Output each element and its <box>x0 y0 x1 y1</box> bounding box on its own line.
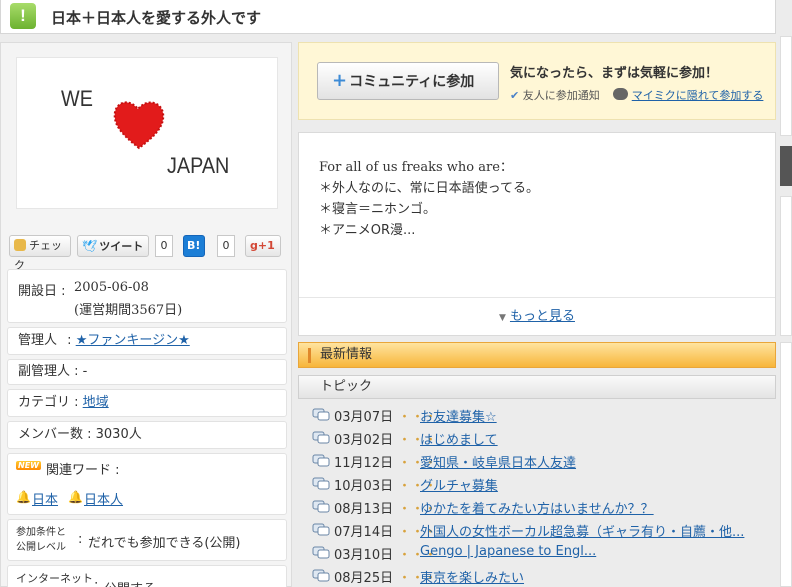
topic-row: 03月07日 ・・・ お友達募集☆ <box>312 406 776 426</box>
subadmin-label: 副管理人 : - <box>18 364 88 379</box>
category-label: カテゴリ : <box>18 395 83 410</box>
category-link[interactable]: 地域 <box>83 395 109 410</box>
join-panel: + コミュニティに参加 気になったら、まずは気軽に参加！ ✔ 友人に参加通知 マイ… <box>298 42 776 120</box>
tweet-label: ツイート <box>99 240 144 253</box>
join-condition-value: だれでも参加できる(公開) <box>88 536 241 551</box>
topic-title-link[interactable]: 東京を楽しみたい <box>420 567 524 586</box>
topic-date: 10月03日 <box>334 479 394 494</box>
community-logo: WE JAPAN <box>16 57 278 209</box>
latest-news-header: 最新情報 <box>298 342 776 368</box>
opened-value: 2005-06-08 <box>74 280 149 295</box>
google-plus-button[interactable]: g+1 <box>245 235 281 257</box>
bell-icon: 🔔 <box>16 490 31 504</box>
left-sidebar: WE JAPAN チェック 🕊 ツイート 0 B! 0 g+1 開設日 : 200… <box>0 42 292 587</box>
topic-title-link[interactable]: お友達募集☆ <box>420 406 497 425</box>
admin-label: 管理人 <box>18 333 58 348</box>
topic-date: 11月12日 <box>334 456 394 471</box>
internet-value: 公開する <box>104 578 156 587</box>
join-hidden-link[interactable]: マイミクに隠れて参加する <box>632 89 764 102</box>
speech-bubble-icon <box>312 477 330 490</box>
topic-row: 03月02日 ・・・ はじめまして <box>312 429 776 449</box>
social-buttons: チェック 🕊 ツイート 0 B! 0 g+1 <box>9 235 289 272</box>
description-text: For all of us freaks who are： ＊外人なのに、常に日… <box>319 157 539 241</box>
topic-date: 03月07日 <box>334 410 394 425</box>
logo-text-japan: JAPAN <box>167 153 230 178</box>
new-badge: NEW <box>16 461 41 470</box>
keywords-label: 関連ワード : <box>46 463 120 478</box>
description-line: For all of us freaks who are： <box>319 160 513 175</box>
join-community-button[interactable]: + コミュニティに参加 <box>317 62 499 100</box>
category-row: カテゴリ : 地域 <box>7 389 287 417</box>
speech-bubble-icon <box>312 431 330 444</box>
speech-bubble-icon <box>312 546 330 559</box>
topic-row: 08月13日 ・・・ ゆかたを着てみたい方はいませんか？？ <box>312 498 776 518</box>
topic-date: 07月14日 <box>334 525 394 540</box>
hatena-count: 0 <box>217 235 235 257</box>
keywords-row: NEW 関連ワード : 🔔 日本 🔔 日本人 <box>7 453 287 515</box>
topic-row: 03月10日 ・・・ Gengo | Japanese to Engl... <box>312 544 776 564</box>
subadmin-row: 副管理人 : - <box>7 359 287 385</box>
check-icon <box>14 239 26 251</box>
description-box: For all of us freaks who are： ＊外人なのに、常に日… <box>298 132 776 336</box>
opened-label: 開設日 : <box>18 284 66 299</box>
keyword-link-1[interactable]: 日本 <box>32 489 58 508</box>
heart-icon <box>113 101 165 150</box>
topic-date: 08月25日 <box>334 571 394 586</box>
bell-icon: 🔔 <box>68 490 83 504</box>
description-line: ＊寝言＝ニホンゴ。 <box>319 202 437 217</box>
hatena-bookmark-button[interactable]: B! <box>183 235 205 257</box>
topic-date: 03月10日 <box>334 548 394 563</box>
community-title-bar: ! 日本＋日本人を愛する外人です <box>0 0 776 34</box>
show-more-link[interactable]: もっと見る <box>510 309 575 324</box>
topic-row: 11月12日 ・・・ 愛知県・岐阜県日本人友達 <box>312 452 776 472</box>
check-button[interactable]: チェック <box>9 235 71 272</box>
description-line: ＊アニメOR漫... <box>319 223 416 238</box>
join-message: 気になったら、まずは気軽に参加！ <box>510 66 719 81</box>
speech-bubble-icon <box>312 454 330 467</box>
join-condition-label: 参加条件と 公開レベル <box>16 527 66 553</box>
admin-link[interactable]: ★ファンキージン★ <box>76 333 190 348</box>
description-line: ＊外人なのに、常に日本語使ってる。 <box>319 181 539 196</box>
show-more-bar: ▼ もっと見る <box>299 297 775 335</box>
opened-period: (運営期間3567日) <box>74 303 183 318</box>
topic-row: 07月14日 ・・・ 外国人の女性ボーカル超急募（ギャラ有り・自薦・他... <box>312 521 776 541</box>
logo-text-we: WE <box>61 86 93 111</box>
topic-date: 08月13日 <box>334 502 394 517</box>
speech-bubble-icon <box>312 408 330 421</box>
notify-friends-option[interactable]: 友人に参加通知 <box>523 89 600 102</box>
internet-row: インターネット : 公開する <box>7 565 287 587</box>
topic-title-link[interactable]: グルチャ募集 <box>420 475 498 494</box>
speech-bubble-icon <box>312 569 330 582</box>
admin-row: 管理人 : ★ファンキージン★ <box>7 327 287 355</box>
members-row: メンバー数 : 3030人 <box>7 421 287 449</box>
plus-icon: + <box>332 70 348 91</box>
community-title: 日本＋日本人を愛する外人です <box>51 9 262 27</box>
caret-down-icon: ▼ <box>499 313 506 323</box>
join-button-label: コミュニティに参加 <box>349 74 475 90</box>
topic-row: 10月03日 ・・・ グルチャ募集 <box>312 475 776 495</box>
topic-title-link[interactable]: 愛知県・岐阜県日本人友達 <box>420 452 576 471</box>
speech-bubble-icon <box>312 500 330 513</box>
keyword-link-2[interactable]: 日本人 <box>84 489 123 508</box>
join-condition-row: 参加条件と 公開レベル : だれでも参加できる(公開) <box>7 519 287 561</box>
topic-title-link[interactable]: 外国人の女性ボーカル超急募（ギャラ有り・自薦・他... <box>420 521 744 540</box>
member-count: メンバー数 : 3030人 <box>18 427 142 442</box>
exclamation-icon: ! <box>10 3 36 29</box>
internet-label: インターネット <box>16 572 93 585</box>
opened-date-row: 開設日 : 2005-06-08 (運営期間3567日) <box>7 269 287 323</box>
topic-row: 08月25日 ・・・ 東京を楽しみたい <box>312 567 776 587</box>
topic-date: 03月02日 <box>334 433 394 448</box>
topics-header: トピック <box>298 375 776 399</box>
topic-title-link[interactable]: Gengo | Japanese to Engl... <box>420 544 596 559</box>
topic-title-link[interactable]: ゆかたを着てみたい方はいませんか？？ <box>420 498 654 517</box>
join-options: ✔ 友人に参加通知 マイミクに隠れて参加する <box>510 87 775 103</box>
speech-bubble-icon <box>312 523 330 536</box>
hide-icon <box>613 88 629 100</box>
right-edge-panel <box>780 36 792 587</box>
twitter-bird-icon: 🕊 <box>82 239 98 253</box>
checkmark-icon: ✔ <box>510 89 520 102</box>
tweet-button[interactable]: 🕊 ツイート <box>77 235 149 257</box>
tweet-count: 0 <box>155 235 173 257</box>
topic-title-link[interactable]: はじめまして <box>420 429 498 448</box>
